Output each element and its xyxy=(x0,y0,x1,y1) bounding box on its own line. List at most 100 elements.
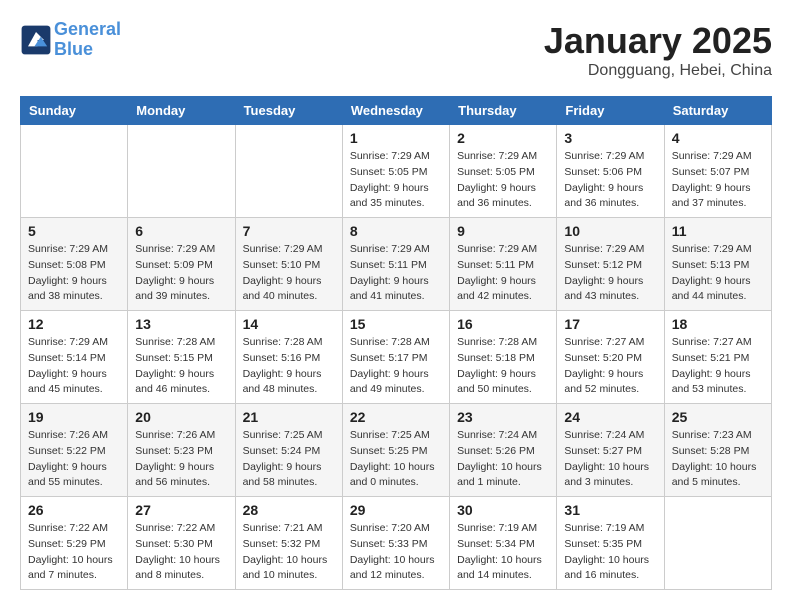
day-info: Sunrise: 7:29 AMSunset: 5:08 PMDaylight:… xyxy=(28,242,120,305)
day-info: Sunrise: 7:20 AMSunset: 5:33 PMDaylight:… xyxy=(350,521,442,584)
day-info: Sunrise: 7:26 AMSunset: 5:23 PMDaylight:… xyxy=(135,428,227,491)
calendar-cell: 14Sunrise: 7:28 AMSunset: 5:16 PMDayligh… xyxy=(235,311,342,404)
day-number: 15 xyxy=(350,316,442,332)
day-info: Sunrise: 7:29 AMSunset: 5:12 PMDaylight:… xyxy=(564,242,656,305)
calendar-cell: 13Sunrise: 7:28 AMSunset: 5:15 PMDayligh… xyxy=(128,311,235,404)
day-info: Sunrise: 7:28 AMSunset: 5:15 PMDaylight:… xyxy=(135,335,227,398)
day-number: 27 xyxy=(135,502,227,518)
day-info: Sunrise: 7:29 AMSunset: 5:09 PMDaylight:… xyxy=(135,242,227,305)
month-title: January 2025 xyxy=(544,20,772,62)
day-info: Sunrise: 7:28 AMSunset: 5:17 PMDaylight:… xyxy=(350,335,442,398)
calendar-cell: 27Sunrise: 7:22 AMSunset: 5:30 PMDayligh… xyxy=(128,497,235,590)
day-header-saturday: Saturday xyxy=(664,97,771,125)
day-info: Sunrise: 7:28 AMSunset: 5:18 PMDaylight:… xyxy=(457,335,549,398)
calendar-cell: 25Sunrise: 7:23 AMSunset: 5:28 PMDayligh… xyxy=(664,404,771,497)
week-row-3: 12 Sunrise: 7:29 AMSunset: 5:14 PMDayligh… xyxy=(21,311,772,404)
day-number: 12 xyxy=(28,316,120,332)
day-info: Sunrise: 7:27 AMSunset: 5:21 PMDaylight:… xyxy=(672,335,764,398)
day-info: Sunrise: 7:25 AMSunset: 5:24 PMDaylight:… xyxy=(243,428,335,491)
day-number: 18 xyxy=(672,316,764,332)
calendar-cell: 2 Sunrise: 7:29 AMSunset: 5:05 PMDaylight… xyxy=(450,125,557,218)
calendar-cell: 19 Sunrise: 7:26 AMSunset: 5:22 PMDayligh… xyxy=(21,404,128,497)
day-header-monday: Monday xyxy=(128,97,235,125)
day-number: 24 xyxy=(564,409,656,425)
day-info: Sunrise: 7:24 AMSunset: 5:26 PMDaylight:… xyxy=(457,428,549,491)
calendar-cell xyxy=(21,125,128,218)
day-header-tuesday: Tuesday xyxy=(235,97,342,125)
day-info: Sunrise: 7:29 AMSunset: 5:06 PMDaylight:… xyxy=(564,149,656,212)
day-number: 19 xyxy=(28,409,120,425)
calendar-cell: 6 Sunrise: 7:29 AMSunset: 5:09 PMDaylight… xyxy=(128,218,235,311)
day-info: Sunrise: 7:29 AMSunset: 5:05 PMDaylight:… xyxy=(457,149,549,212)
day-info: Sunrise: 7:19 AMSunset: 5:35 PMDaylight:… xyxy=(564,521,656,584)
day-number: 9 xyxy=(457,223,549,239)
day-number: 2 xyxy=(457,130,549,146)
week-row-4: 19 Sunrise: 7:26 AMSunset: 5:22 PMDayligh… xyxy=(21,404,772,497)
calendar-cell: 28 Sunrise: 7:21 AMSunset: 5:32 PMDayligh… xyxy=(235,497,342,590)
day-number: 20 xyxy=(135,409,227,425)
calendar-cell: 12 Sunrise: 7:29 AMSunset: 5:14 PMDayligh… xyxy=(21,311,128,404)
day-number: 4 xyxy=(672,130,764,146)
day-header-wednesday: Wednesday xyxy=(342,97,449,125)
calendar-cell: 16 Sunrise: 7:28 AMSunset: 5:18 PMDayligh… xyxy=(450,311,557,404)
calendar-cell: 4Sunrise: 7:29 AMSunset: 5:07 PMDaylight… xyxy=(664,125,771,218)
week-row-2: 5 Sunrise: 7:29 AMSunset: 5:08 PMDaylight… xyxy=(21,218,772,311)
day-info: Sunrise: 7:28 AMSunset: 5:16 PMDaylight:… xyxy=(243,335,335,398)
day-number: 10 xyxy=(564,223,656,239)
day-number: 28 xyxy=(243,502,335,518)
day-number: 26 xyxy=(28,502,120,518)
day-info: Sunrise: 7:29 AMSunset: 5:14 PMDaylight:… xyxy=(28,335,120,398)
calendar-cell: 31 Sunrise: 7:19 AMSunset: 5:35 PMDayligh… xyxy=(557,497,664,590)
day-number: 8 xyxy=(350,223,442,239)
day-number: 6 xyxy=(135,223,227,239)
logo: General Blue xyxy=(20,20,121,60)
calendar-cell xyxy=(664,497,771,590)
day-number: 3 xyxy=(564,130,656,146)
calendar-cell: 23 Sunrise: 7:24 AMSunset: 5:26 PMDayligh… xyxy=(450,404,557,497)
calendar-cell xyxy=(235,125,342,218)
calendar-cell: 15 Sunrise: 7:28 AMSunset: 5:17 PMDayligh… xyxy=(342,311,449,404)
day-info: Sunrise: 7:19 AMSunset: 5:34 PMDaylight:… xyxy=(457,521,549,584)
day-info: Sunrise: 7:29 AMSunset: 5:10 PMDaylight:… xyxy=(243,242,335,305)
calendar-cell: 17Sunrise: 7:27 AMSunset: 5:20 PMDayligh… xyxy=(557,311,664,404)
day-number: 23 xyxy=(457,409,549,425)
day-header-sunday: Sunday xyxy=(21,97,128,125)
title-block: January 2025 Dongguang, Hebei, China xyxy=(544,20,772,80)
page-header: General Blue January 2025 Dongguang, Heb… xyxy=(20,20,772,80)
day-number: 22 xyxy=(350,409,442,425)
day-header-friday: Friday xyxy=(557,97,664,125)
calendar-cell: 5 Sunrise: 7:29 AMSunset: 5:08 PMDaylight… xyxy=(21,218,128,311)
location-subtitle: Dongguang, Hebei, China xyxy=(544,62,772,80)
day-number: 7 xyxy=(243,223,335,239)
calendar-cell: 10 Sunrise: 7:29 AMSunset: 5:12 PMDayligh… xyxy=(557,218,664,311)
day-number: 31 xyxy=(564,502,656,518)
day-info: Sunrise: 7:21 AMSunset: 5:32 PMDaylight:… xyxy=(243,521,335,584)
calendar-cell: 20 Sunrise: 7:26 AMSunset: 5:23 PMDayligh… xyxy=(128,404,235,497)
day-info: Sunrise: 7:26 AMSunset: 5:22 PMDaylight:… xyxy=(28,428,120,491)
day-info: Sunrise: 7:22 AMSunset: 5:29 PMDaylight:… xyxy=(28,521,120,584)
day-header-thursday: Thursday xyxy=(450,97,557,125)
day-info: Sunrise: 7:27 AMSunset: 5:20 PMDaylight:… xyxy=(564,335,656,398)
calendar-table: SundayMondayTuesdayWednesdayThursdayFrid… xyxy=(20,96,772,590)
day-info: Sunrise: 7:29 AMSunset: 5:11 PMDaylight:… xyxy=(350,242,442,305)
calendar-cell: 24Sunrise: 7:24 AMSunset: 5:27 PMDayligh… xyxy=(557,404,664,497)
day-info: Sunrise: 7:29 AMSunset: 5:11 PMDaylight:… xyxy=(457,242,549,305)
week-row-5: 26 Sunrise: 7:22 AMSunset: 5:29 PMDayligh… xyxy=(21,497,772,590)
calendar-cell: 8 Sunrise: 7:29 AMSunset: 5:11 PMDaylight… xyxy=(342,218,449,311)
calendar-cell: 29Sunrise: 7:20 AMSunset: 5:33 PMDayligh… xyxy=(342,497,449,590)
day-info: Sunrise: 7:23 AMSunset: 5:28 PMDaylight:… xyxy=(672,428,764,491)
calendar-cell: 26 Sunrise: 7:22 AMSunset: 5:29 PMDayligh… xyxy=(21,497,128,590)
day-number: 1 xyxy=(350,130,442,146)
calendar-cell: 1Sunrise: 7:29 AMSunset: 5:05 PMDaylight… xyxy=(342,125,449,218)
day-number: 5 xyxy=(28,223,120,239)
day-number: 16 xyxy=(457,316,549,332)
day-info: Sunrise: 7:29 AMSunset: 5:13 PMDaylight:… xyxy=(672,242,764,305)
day-number: 21 xyxy=(243,409,335,425)
calendar-cell: 9 Sunrise: 7:29 AMSunset: 5:11 PMDaylight… xyxy=(450,218,557,311)
calendar-cell: 30 Sunrise: 7:19 AMSunset: 5:34 PMDayligh… xyxy=(450,497,557,590)
calendar-header-row: SundayMondayTuesdayWednesdayThursdayFrid… xyxy=(21,97,772,125)
day-info: Sunrise: 7:25 AMSunset: 5:25 PMDaylight:… xyxy=(350,428,442,491)
calendar-cell: 7 Sunrise: 7:29 AMSunset: 5:10 PMDaylight… xyxy=(235,218,342,311)
day-number: 30 xyxy=(457,502,549,518)
week-row-1: 1 Sunrise: 7:29 AMSunset: 5:05 PMDaylight… xyxy=(21,125,772,218)
